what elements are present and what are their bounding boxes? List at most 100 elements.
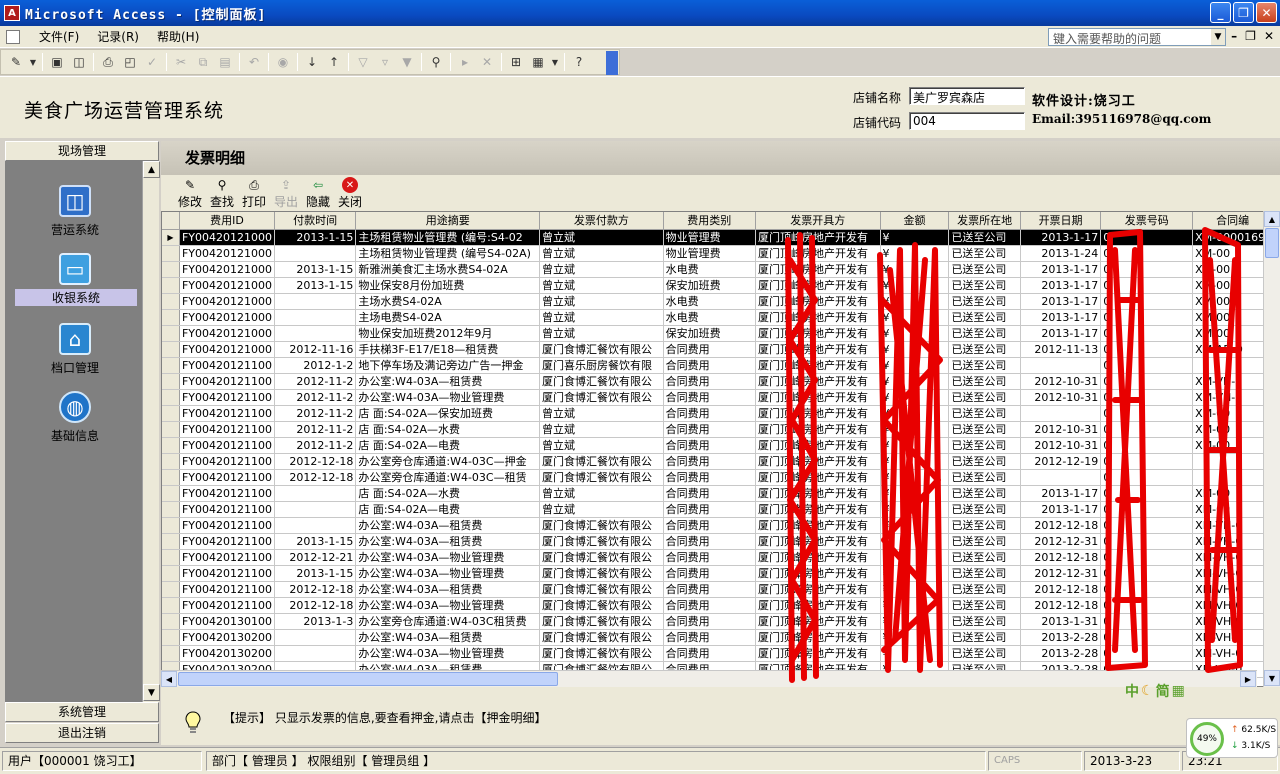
hyperlink-icon[interactable]: ◉ xyxy=(274,53,292,71)
table-cell[interactable]: ¥ xyxy=(880,293,950,310)
col-invoice-number[interactable]: 发票号码 xyxy=(1100,212,1194,230)
table-cell[interactable]: 厦门顶峰房地产开发有 xyxy=(755,581,881,598)
table-cell[interactable]: 保安加班费 xyxy=(663,277,757,294)
table-cell[interactable]: 2013-1-15 xyxy=(274,565,357,582)
table-cell[interactable]: 0 xyxy=(1100,421,1194,438)
row-selector[interactable] xyxy=(162,453,180,470)
row-selector[interactable] xyxy=(162,469,180,486)
table-cell[interactable]: FY00420121100 xyxy=(179,437,275,454)
table-cell[interactable]: 曾立斌 xyxy=(539,261,664,278)
table-cell[interactable] xyxy=(1192,453,1273,470)
ime-mode[interactable]: 简 xyxy=(1156,681,1170,701)
row-selector[interactable] xyxy=(162,277,180,294)
table-cell[interactable]: 厦门食博汇餐饮有限公 xyxy=(539,645,664,662)
sidebar-item-operations[interactable]: ◫ 营运系统 xyxy=(15,185,135,238)
table-cell[interactable]: 店 面:S4-02A—水费 xyxy=(355,421,541,438)
filter-selection-icon[interactable]: ▽ xyxy=(354,53,372,71)
sidebar-item-basic-info[interactable]: ◍ 基础信息 xyxy=(15,391,135,444)
new-record-icon[interactable]: ▸ xyxy=(456,53,474,71)
table-cell[interactable]: 已送至公司 xyxy=(948,245,1021,262)
row-selector[interactable]: ▶ xyxy=(162,229,180,246)
row-selector[interactable] xyxy=(162,293,180,310)
close-button[interactable]: ✕ xyxy=(1256,2,1277,23)
table-cell[interactable]: 厦门食博汇餐饮有限公 xyxy=(539,549,664,566)
table-cell[interactable]: ¥ xyxy=(880,341,950,358)
row-selector[interactable] xyxy=(162,309,180,326)
table-cell[interactable]: 厦门顶峰房地产开发有 xyxy=(755,565,881,582)
table-cell[interactable]: 厦门顶峰房地产开发有 xyxy=(755,485,881,502)
table-cell[interactable]: 合同费用 xyxy=(663,613,757,630)
table-cell[interactable]: 已送至公司 xyxy=(948,453,1021,470)
table-cell[interactable]: 合同费用 xyxy=(663,405,757,422)
table-cell[interactable]: 2012-12-31 xyxy=(1020,565,1102,582)
table-row[interactable]: FY00420121000 主场租赁物业管理费 (编号S4-02A) 曾立斌 物业管理… xyxy=(162,245,1273,262)
row-selector-header[interactable] xyxy=(162,212,180,230)
table-cell[interactable]: XM-00 xyxy=(1192,421,1273,438)
table-cell[interactable]: 2012-10-31 xyxy=(1020,437,1102,454)
store-code-field[interactable]: 004 xyxy=(909,112,1025,130)
filter-form-icon[interactable]: ▿ xyxy=(376,53,394,71)
table-cell[interactable]: FY00420121000 xyxy=(179,325,275,342)
document-icon[interactable] xyxy=(6,29,20,44)
table-cell[interactable] xyxy=(1192,357,1273,374)
table-cell[interactable]: XM-VH-0 xyxy=(1192,629,1273,646)
table-cell[interactable]: 2012-10-31 xyxy=(1020,373,1102,390)
table-cell[interactable]: 厦门顶峰房地产开发有 xyxy=(755,437,881,454)
table-row[interactable]: FY00420121100 2013-1-15 办公室:W4-03A—物业管理费 厦门… xyxy=(162,565,1273,582)
row-selector[interactable] xyxy=(162,325,180,342)
sort-descending-icon[interactable]: ↑ xyxy=(325,53,343,71)
table-cell[interactable]: 2013-2-28 xyxy=(1020,645,1102,662)
row-selector[interactable] xyxy=(162,373,180,390)
row-selector[interactable] xyxy=(162,341,180,358)
table-cell[interactable]: 0 xyxy=(1100,517,1194,534)
table-cell[interactable]: 2013-1-15 xyxy=(274,277,357,294)
table-cell[interactable]: ¥ xyxy=(880,309,950,326)
scroll-up-icon[interactable]: ▲ xyxy=(143,161,160,178)
restore-button[interactable]: ❐ xyxy=(1233,2,1254,23)
table-row[interactable]: FY00420121100 2012-12-18 办公室:W4-03A—物业管理费厦… xyxy=(162,597,1273,614)
table-cell[interactable]: XM-0000169 xyxy=(1192,229,1273,246)
table-cell[interactable]: 厦门顶峰房地产开发有 xyxy=(755,229,881,246)
paste-icon[interactable]: ▤ xyxy=(216,53,234,71)
table-cell[interactable]: FY00420121000 xyxy=(179,245,275,262)
table-cell[interactable]: ¥ xyxy=(880,357,950,374)
table-cell[interactable]: 2012-12-18 xyxy=(1020,549,1102,566)
table-cell[interactable]: 主场租赁物业管理费 (编号S4-02A) xyxy=(355,245,541,262)
table-cell[interactable]: 曾立斌 xyxy=(539,293,664,310)
row-selector[interactable] xyxy=(162,517,180,534)
undo-icon[interactable]: ↶ xyxy=(245,53,263,71)
table-row[interactable]: FY00420121100 2012-12-18 办公室:W4-03A—租赁费 厦门食… xyxy=(162,581,1273,598)
table-row[interactable]: FY00420121100 店 面:S4-02A—电费 曾立斌 合同费用 厦门顶峰房地产… xyxy=(162,501,1273,518)
table-cell[interactable]: XM-00 xyxy=(1192,277,1273,294)
table-cell[interactable]: FY00420121100 xyxy=(179,389,275,406)
table-cell[interactable]: ¥ xyxy=(880,501,950,518)
table-cell[interactable]: 厦门顶峰房地产开发有 xyxy=(755,373,881,390)
table-cell[interactable]: FY00420121100 xyxy=(179,501,275,518)
table-cell[interactable]: 已送至公司 xyxy=(948,613,1021,630)
table-cell[interactable]: 水电费 xyxy=(663,309,757,326)
table-cell[interactable]: 合同费用 xyxy=(663,517,757,534)
help-search-input[interactable]: 键入需要帮助的问题 ▼ xyxy=(1048,28,1226,46)
minimize-button[interactable]: _ xyxy=(1210,2,1231,23)
design-view-icon[interactable]: ✎ xyxy=(7,53,25,71)
sidebar-scrollbar[interactable]: ▲ ▼ xyxy=(142,161,160,702)
grid-horizontal-scrollbar[interactable]: ◀ ▶ xyxy=(161,670,1257,687)
table-cell[interactable]: FY00420121000 xyxy=(179,293,275,310)
copy-icon[interactable]: ⧉ xyxy=(194,53,212,71)
table-cell[interactable]: XM-00 xyxy=(1192,325,1273,342)
table-cell[interactable] xyxy=(274,517,357,534)
table-cell[interactable]: XM-00 xyxy=(1192,501,1273,518)
table-cell[interactable]: XM-VH-0 xyxy=(1192,373,1273,390)
table-cell[interactable]: 曾立斌 xyxy=(539,405,664,422)
table-cell[interactable]: 主场电费S4-02A xyxy=(355,309,541,326)
table-cell[interactable]: 2012-10-31 xyxy=(1020,421,1102,438)
sidebar-item-cashier[interactable]: ▭ 收银系统 xyxy=(15,253,137,306)
table-cell[interactable]: 2012-12-18 xyxy=(1020,517,1102,534)
table-cell[interactable]: 物业保安8月份加班费 xyxy=(355,277,541,294)
table-cell[interactable]: FY00420121100 xyxy=(179,453,275,470)
table-cell[interactable]: 已送至公司 xyxy=(948,357,1021,374)
row-selector[interactable] xyxy=(162,613,180,630)
table-cell[interactable]: ¥ xyxy=(880,421,950,438)
table-cell[interactable]: 2012-12-31 xyxy=(1020,533,1102,550)
table-cell[interactable]: 2012-12-18 xyxy=(274,597,357,614)
